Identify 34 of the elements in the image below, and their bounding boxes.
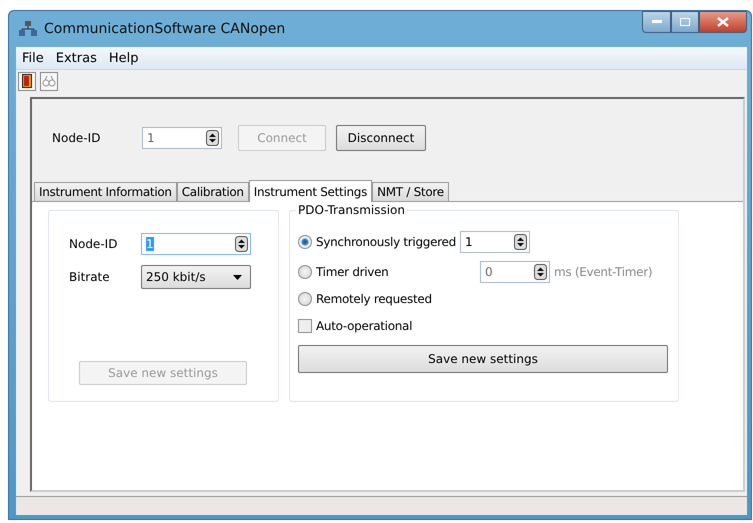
close-button[interactable] [699, 11, 747, 33]
maximize-button[interactable] [671, 11, 699, 33]
spin-arrows-icon[interactable] [206, 130, 219, 146]
spin-field[interactable]: 1 [460, 231, 530, 253]
node-id-label: Node-ID [52, 131, 102, 145]
menu-item[interactable]: Extras [56, 50, 97, 66]
spin-arrows-icon[interactable] [514, 234, 527, 250]
network-nodes-icon [18, 20, 38, 38]
checkbox[interactable] [298, 319, 312, 333]
node-id-label: Node-ID [69, 237, 118, 251]
menu-item[interactable]: Help [108, 50, 138, 66]
radio-label: Remotely requested [316, 292, 432, 306]
tab[interactable]: Instrument Information [34, 182, 177, 201]
window-title: CommunicationSoftware CANopen [44, 21, 286, 37]
radio-label: Timer driven [316, 265, 390, 279]
group-title: PDO-Transmission [296, 203, 408, 217]
dropdown-arrow-icon[interactable] [233, 274, 242, 280]
radio-label: Synchronously triggered [316, 235, 456, 249]
minimize-button[interactable] [642, 11, 671, 33]
disconnect-button[interactable]: Disconnect [336, 125, 426, 151]
radio-button[interactable] [298, 292, 312, 306]
menu-item[interactable]: File [22, 50, 44, 66]
close-icon[interactable] [717, 17, 729, 27]
checkbox-label: Auto-operational [316, 319, 412, 333]
tab[interactable]: Instrument Settings [248, 180, 372, 202]
bitrate-label: Bitrate [69, 270, 111, 284]
tab[interactable]: NMT / Store [372, 182, 449, 201]
bitrate-dropdown[interactable]: 250 kbit/s [141, 265, 251, 289]
save-settings-button[interactable]: Save new settings [298, 345, 668, 373]
unit-label: ms (Event-Timer) [554, 265, 652, 279]
tab[interactable]: Calibration [176, 182, 249, 201]
spin-arrows-icon[interactable] [235, 236, 248, 252]
radio-button[interactable] [298, 235, 312, 249]
node-id-field[interactable]: 1 [142, 127, 222, 149]
